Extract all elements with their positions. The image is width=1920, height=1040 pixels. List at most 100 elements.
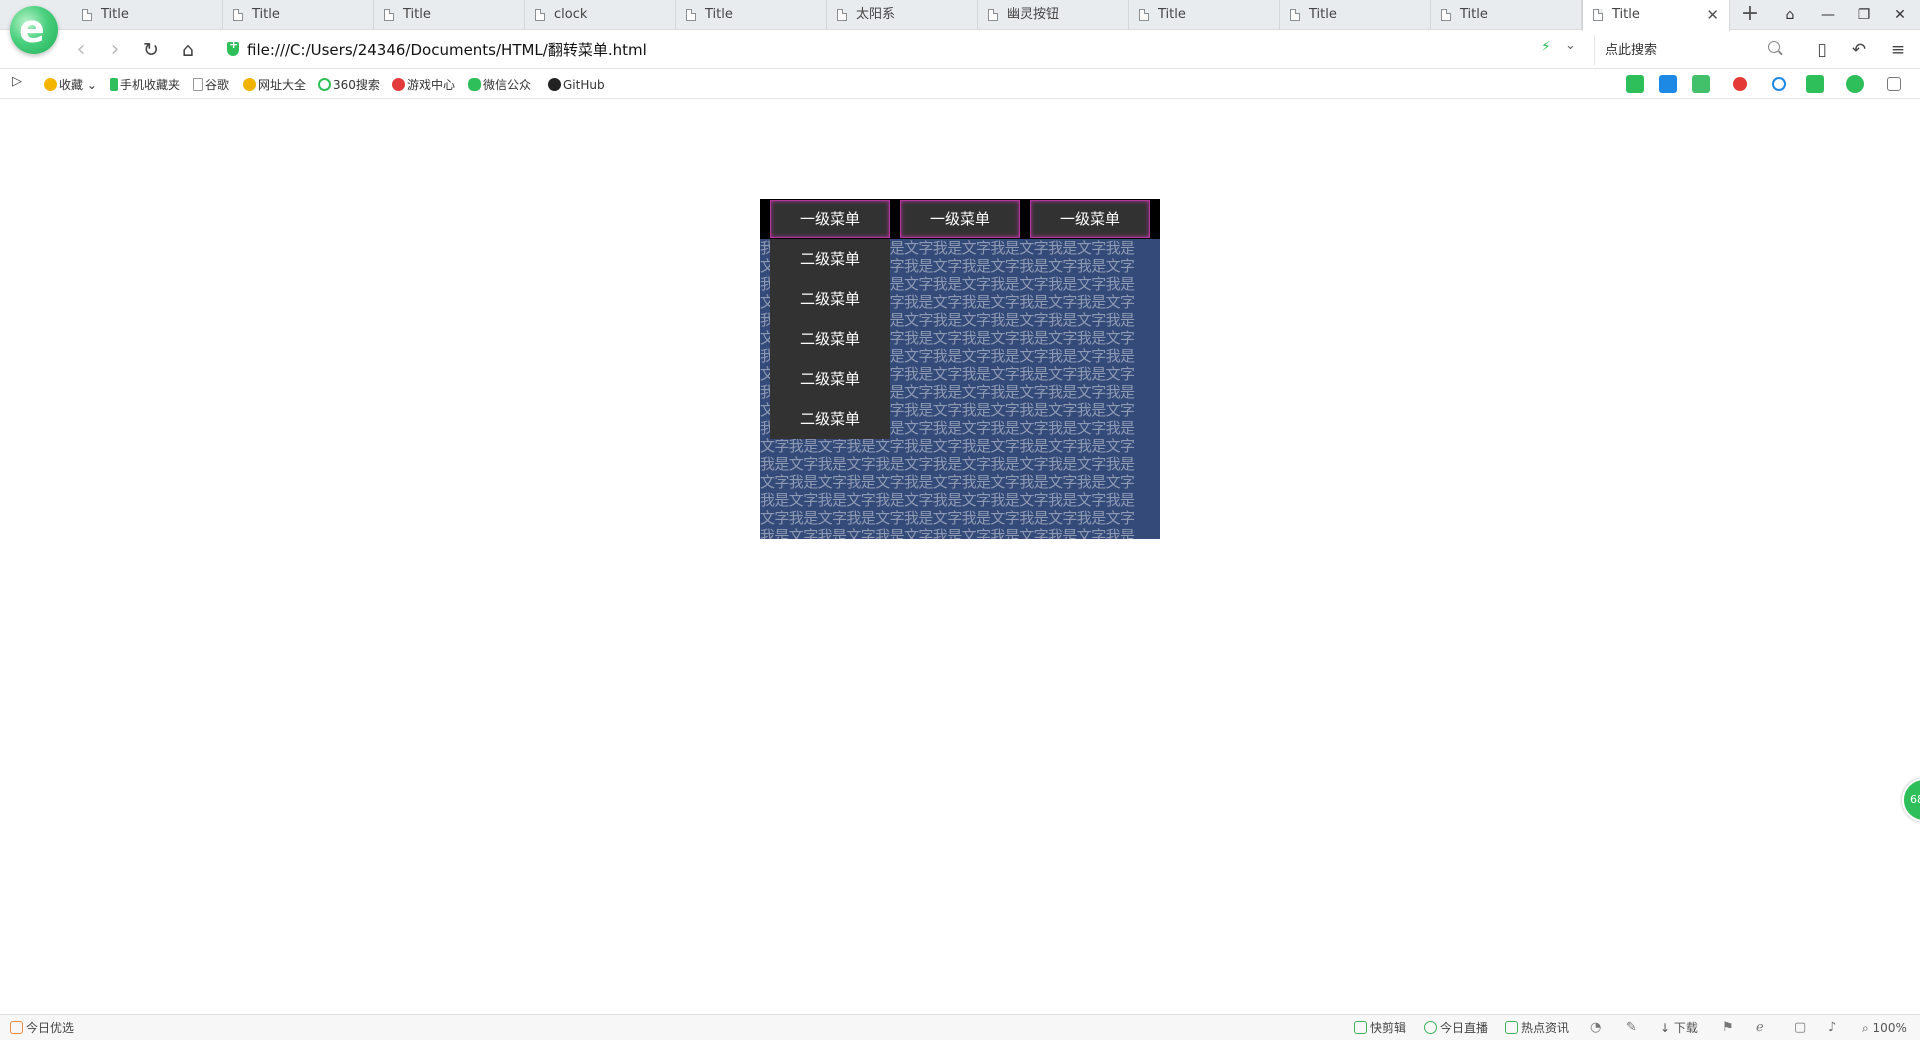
- undo-icon[interactable]: ↶: [1846, 37, 1872, 63]
- magnifier-extension-icon[interactable]: [1772, 77, 1786, 91]
- sound-icon[interactable]: ♪: [1828, 1020, 1836, 1035]
- tab[interactable]: Title: [1431, 0, 1582, 30]
- ie-mode-icon[interactable]: ℯ: [1756, 1020, 1764, 1035]
- page-icon: [193, 78, 203, 91]
- gamepad-icon[interactable]: [1806, 75, 1824, 93]
- tab-title: Title: [1612, 7, 1640, 22]
- tab[interactable]: 太阳系: [827, 0, 978, 30]
- menu-level2-item[interactable]: 二级菜单: [770, 279, 890, 319]
- tab-title: Title: [101, 7, 129, 22]
- bookmark-item[interactable]: 谷歌: [193, 76, 229, 94]
- status-label: 热点资讯: [1521, 1021, 1570, 1035]
- parking-extension-icon[interactable]: [1659, 75, 1677, 93]
- bookmark-item[interactable]: 微信公众: [468, 76, 531, 94]
- speed-icon[interactable]: ◔: [1590, 1020, 1601, 1035]
- bookmark-item[interactable]: 游戏中心: [392, 76, 455, 94]
- lightning-icon[interactable]: ⚡: [1541, 39, 1551, 55]
- tab-title: Title: [1309, 7, 1337, 22]
- search-input[interactable]: [1605, 40, 1755, 60]
- bookmark-item[interactable]: 收藏 ⌄: [44, 76, 97, 94]
- close-window-button[interactable]: ✕: [1882, 0, 1918, 30]
- star-icon: [44, 78, 57, 91]
- status-item[interactable]: 热点资讯: [1505, 1020, 1569, 1036]
- status-label: 下载: [1673, 1021, 1698, 1035]
- tab-active[interactable]: Title ✕: [1582, 0, 1730, 31]
- document-icon: [1441, 9, 1451, 21]
- bookmark-item[interactable]: 手机收藏夹: [110, 76, 180, 94]
- tab[interactable]: Title: [72, 0, 223, 30]
- bookmark-page-icon[interactable]: ▯: [1809, 37, 1835, 63]
- status-item-download[interactable]: ↓ 下载: [1660, 1020, 1698, 1036]
- menu-level2-item[interactable]: 二级菜单: [770, 319, 890, 359]
- shirt-skin-icon[interactable]: ⌂: [1772, 0, 1808, 30]
- tab-title: Title: [1158, 7, 1186, 22]
- zoom-level: 100%: [1872, 1021, 1907, 1035]
- refresh-button[interactable]: ↻: [137, 36, 165, 64]
- tab[interactable]: Title: [374, 0, 525, 30]
- document-icon: [837, 9, 847, 21]
- bookmark-item[interactable]: 网址大全: [243, 76, 306, 94]
- minimize-button[interactable]: —: [1810, 0, 1846, 30]
- bookmark-item[interactable]: 360搜索: [318, 76, 380, 94]
- shield-extension-icon[interactable]: [1846, 75, 1864, 93]
- address-bar: ‹ › ↻ ⌂ file:///C:/Users/24346/Documents…: [0, 31, 1920, 69]
- menu-level1-item[interactable]: 一级菜单: [900, 200, 1020, 238]
- top-menu-bar: 一级菜单 一级菜单 一级菜单: [760, 199, 1160, 239]
- secure-shield-icon: [227, 38, 239, 56]
- forward-button[interactable]: ›: [101, 36, 129, 64]
- document-icon: [535, 9, 545, 21]
- github-icon: [548, 78, 561, 91]
- zoom-control[interactable]: ⌕ 100%: [1862, 1020, 1907, 1036]
- chevron-down-icon[interactable]: ⌄: [1565, 38, 1576, 53]
- video-edit-icon: [1354, 1021, 1367, 1034]
- restore-button[interactable]: ❐: [1846, 0, 1882, 30]
- tab[interactable]: Title: [223, 0, 374, 30]
- url-field[interactable]: file:///C:/Users/24346/Documents/HTML/翻转…: [247, 39, 647, 60]
- menu-icon[interactable]: ≡: [1885, 37, 1911, 63]
- home-button[interactable]: ⌂: [174, 36, 202, 64]
- bookmark-item[interactable]: GitHub: [548, 76, 605, 94]
- search-box[interactable]: [1594, 35, 1788, 65]
- tab-strip: e Title Title Title clock Title 太阳系 幽灵按钮…: [0, 0, 1920, 54]
- tab[interactable]: Title: [1129, 0, 1280, 30]
- apps-grid-icon[interactable]: [1887, 77, 1901, 91]
- search-icon[interactable]: [1768, 41, 1780, 53]
- menu-level1-item[interactable]: 一级菜单: [770, 200, 890, 238]
- status-item[interactable]: 今日直播: [1424, 1020, 1488, 1036]
- demo-stage: 我是文字我是文字我是文字我是文字我是文字我是文字我是文字我是文字我是文字我是文字…: [760, 199, 1160, 539]
- status-item-daily-picks[interactable]: 今日优选: [10, 1020, 74, 1036]
- status-label: 今日优选: [26, 1021, 75, 1035]
- tab[interactable]: Title: [676, 0, 827, 30]
- document-icon: [1139, 9, 1149, 21]
- scissors-icon[interactable]: [1733, 77, 1747, 91]
- bookmark-label: 谷歌: [205, 78, 230, 92]
- phone-icon: [110, 78, 118, 91]
- translate-extension-icon[interactable]: [1692, 75, 1710, 93]
- browser-logo-icon[interactable]: e: [10, 6, 58, 54]
- menu-level1-item[interactable]: 一级菜单: [1030, 200, 1150, 238]
- reader-extension-icon[interactable]: [1626, 75, 1644, 93]
- floating-speed-badge[interactable]: 68: [1902, 778, 1920, 822]
- pin-icon[interactable]: ✎: [1626, 1020, 1637, 1035]
- tab[interactable]: 幽灵按钮: [978, 0, 1129, 30]
- status-label: 快剪辑: [1370, 1021, 1407, 1035]
- bookmarks-bar: ▷ 收藏 ⌄ 手机收藏夹 谷歌 网址大全 360搜索 游戏中心 微信公众 Git…: [0, 70, 1920, 99]
- tab[interactable]: Title: [1280, 0, 1431, 30]
- document-icon: [988, 9, 998, 21]
- close-tab-icon[interactable]: ✕: [1706, 0, 1719, 30]
- submenu-dropdown: 二级菜单 二级菜单 二级菜单 二级菜单 二级菜单: [770, 239, 890, 439]
- tab-title: Title: [705, 7, 733, 22]
- document-icon: [82, 9, 92, 21]
- wechat-icon: [468, 78, 481, 91]
- menu-level2-item[interactable]: 二级菜单: [770, 399, 890, 439]
- menu-level2-item[interactable]: 二级菜单: [770, 359, 890, 399]
- new-tab-button[interactable]: +: [1735, 0, 1765, 30]
- sidebar-toggle-icon[interactable]: ▷: [12, 74, 22, 89]
- flag-icon[interactable]: ⚑: [1722, 1020, 1734, 1035]
- window-icon[interactable]: ▢: [1794, 1020, 1806, 1035]
- status-item[interactable]: 快剪辑: [1354, 1020, 1406, 1036]
- menu-level2-item[interactable]: 二级菜单: [770, 239, 890, 279]
- tab[interactable]: clock: [525, 0, 676, 30]
- bookmark-label: 收藏: [59, 78, 84, 92]
- back-button[interactable]: ‹: [67, 36, 95, 64]
